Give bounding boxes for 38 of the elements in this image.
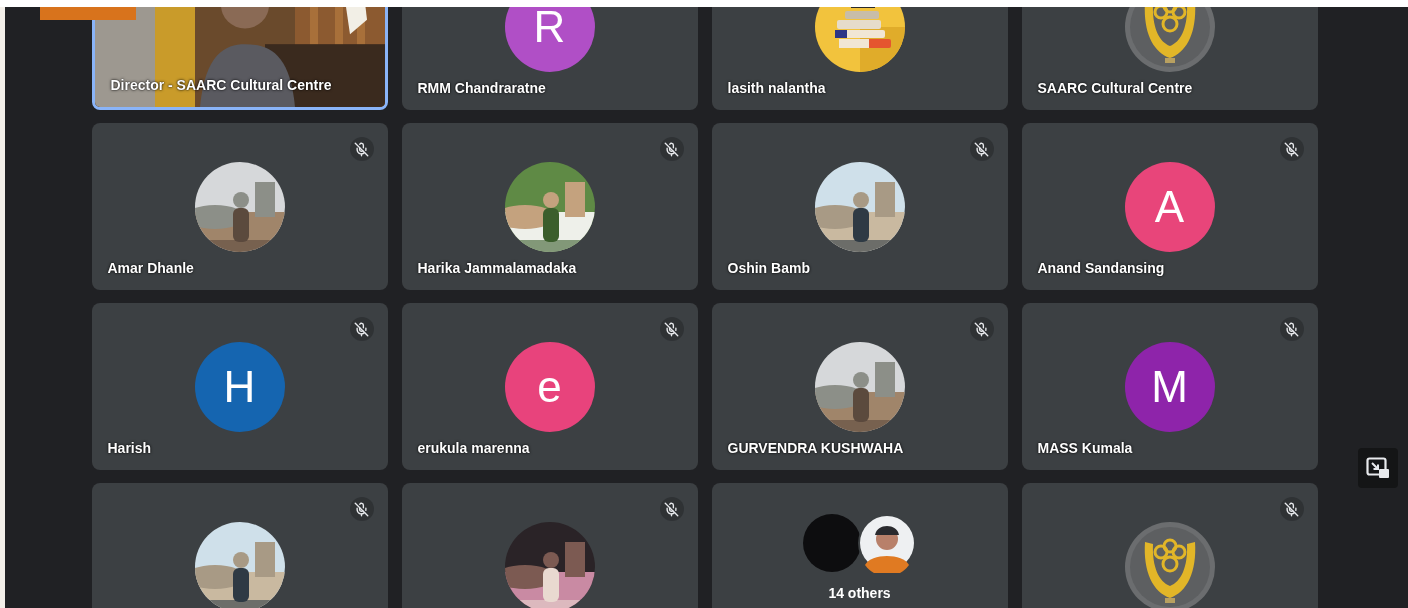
logo-icon bbox=[1124, 7, 1215, 72]
participant-name: erukula marenna bbox=[417, 440, 530, 456]
participant-name: Harika Jammalamadaka bbox=[417, 260, 577, 276]
participant-tile[interactable]: Amar Dhanle bbox=[91, 123, 388, 290]
avatar-initial: e bbox=[504, 342, 595, 432]
participant-tile[interactable]: H Harish bbox=[91, 303, 388, 470]
avatar-group-icon bbox=[802, 513, 917, 573]
participant-tile[interactable] bbox=[1021, 483, 1318, 608]
avatar-initial: H bbox=[194, 342, 285, 432]
participant-tile[interactable]: R RMM Chandraratne bbox=[401, 7, 698, 110]
picture-in-picture-icon bbox=[1366, 457, 1390, 479]
participant-name: MASS Kumala bbox=[1037, 440, 1133, 456]
participant-name: Harish bbox=[107, 440, 152, 456]
avatar-initial: R bbox=[504, 7, 595, 72]
avatar-initial: A bbox=[1124, 162, 1215, 252]
participant-count: 14 others bbox=[828, 585, 891, 601]
participant-name: RMM Chandraratne bbox=[417, 80, 546, 96]
participant-tile[interactable] bbox=[91, 483, 388, 608]
avatar-initial: M bbox=[1124, 342, 1215, 432]
participant-tile[interactable] bbox=[401, 483, 698, 608]
participant-tile[interactable]: Oshin Bamb bbox=[711, 123, 1008, 290]
participant-name: Oshin Bamb bbox=[727, 260, 810, 276]
participant-tile[interactable]: lasith nalantha bbox=[711, 7, 1008, 110]
logo-icon bbox=[1124, 522, 1215, 608]
participant-name: SAARC Cultural Centre bbox=[1037, 80, 1193, 96]
participant-tile[interactable]: M MASS Kumala bbox=[1021, 303, 1318, 470]
participant-tile[interactable]: GURVENDRA KUSHWAHA bbox=[711, 303, 1008, 470]
participant-tile[interactable]: 14 others bbox=[711, 483, 1008, 608]
participant-name: GURVENDRA KUSHWAHA bbox=[727, 440, 904, 456]
participant-tile[interactable]: A Anand Sandansing bbox=[1021, 123, 1318, 290]
participant-name: Amar Dhanle bbox=[107, 260, 194, 276]
participant-name: lasith nalantha bbox=[727, 80, 826, 96]
participant-tile[interactable]: e erukula marenna bbox=[401, 303, 698, 470]
participant-tile[interactable]: Harika Jammalamadaka bbox=[401, 123, 698, 290]
participant-name: Anand Sandansing bbox=[1037, 260, 1165, 276]
books-icon bbox=[814, 7, 905, 72]
picture-in-picture-button[interactable] bbox=[1358, 448, 1398, 488]
participant-tile[interactable]: SAARC Cultural Centre bbox=[1021, 7, 1318, 110]
